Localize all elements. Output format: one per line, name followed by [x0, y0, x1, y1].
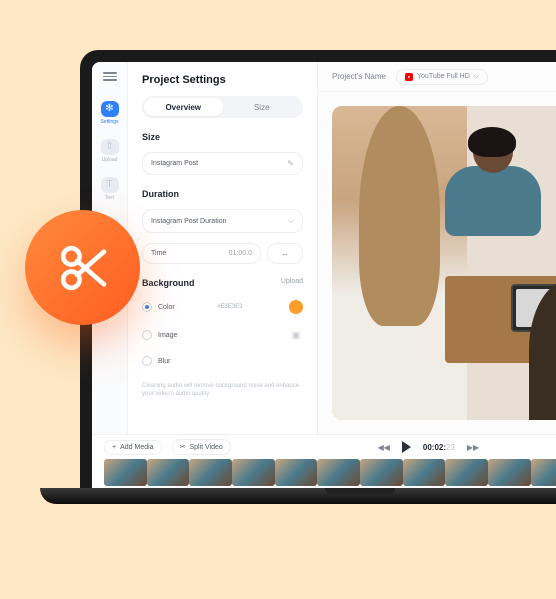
laptop-base [40, 488, 556, 504]
timeline-thumb[interactable] [104, 459, 147, 486]
play-button[interactable] [402, 441, 411, 453]
audio-hint: Cleaning audio will remove background no… [142, 382, 303, 399]
split-video-button[interactable]: ✂ Split Video [172, 439, 231, 455]
size-field[interactable]: Instagram Post ✎ [142, 152, 303, 175]
gear-icon: ✻ [101, 101, 119, 117]
bg-image-label: Image [158, 332, 177, 339]
text-icon: T [101, 177, 119, 193]
sidebar-label: Upload [102, 157, 118, 163]
radio-on-icon [142, 302, 152, 312]
resolution-label: YouTube Full HD [417, 73, 470, 80]
timeline-thumb[interactable] [360, 459, 403, 486]
laptop-frame: ✻ Settings ⇧ Upload T Text ◧ ♪ [80, 50, 556, 490]
background-upload-link[interactable]: Upload [281, 278, 303, 285]
time-value: 01:00.0 [229, 250, 252, 257]
scissors-icon: ✂ [180, 443, 186, 451]
upload-icon: ⇧ [101, 139, 119, 155]
timeline-thumb[interactable] [189, 459, 232, 486]
swap-button[interactable]: ↔ [267, 243, 303, 264]
duration-preset-field[interactable]: Instagram Post Duration ⌵ [142, 209, 303, 233]
timeline-thumb[interactable] [317, 459, 360, 486]
bg-blur-option[interactable]: Blur [142, 354, 303, 368]
project-name[interactable]: Project's Name [332, 72, 386, 81]
timeline-thumb[interactable] [445, 459, 488, 486]
time-label: Time [151, 250, 166, 257]
timeline-thumb[interactable] [275, 459, 318, 486]
video-canvas[interactable] [332, 106, 556, 420]
timeline-thumb[interactable] [531, 459, 556, 486]
main-area: Project's Name YouTube Full HD ⌵ ↶ [318, 62, 556, 434]
size-label: Size [142, 132, 303, 142]
app-screen: ✻ Settings ⇧ Upload T Text ◧ ♪ [92, 62, 556, 490]
radio-off-icon [142, 356, 152, 366]
panel-title: Project Settings [142, 74, 303, 86]
playback-time: 00:02:23 [423, 443, 455, 452]
timeline-thumb[interactable] [232, 459, 275, 486]
time-field[interactable]: Time 01:00.0 [142, 243, 261, 264]
color-swatch[interactable] [289, 300, 303, 314]
timeline-thumb[interactable] [488, 459, 531, 486]
resolution-chip[interactable]: YouTube Full HD ⌵ [396, 69, 488, 85]
timeline-track[interactable] [92, 459, 556, 490]
sidebar-item-upload[interactable]: ⇧ Upload [98, 139, 122, 163]
size-value: Instagram Post [151, 160, 198, 167]
background-label: Background [142, 278, 195, 288]
rewind-icon[interactable]: ◀◀ [378, 443, 390, 452]
plus-icon: + [112, 444, 116, 451]
sidebar-label: Text [105, 195, 114, 201]
duration-label: Duration [142, 189, 303, 199]
sidebar-item-text[interactable]: T Text [98, 177, 122, 201]
timeline-thumb[interactable] [147, 459, 190, 486]
add-media-label: Add Media [120, 444, 153, 451]
sidebar-item-settings[interactable]: ✻ Settings [98, 101, 122, 125]
timeline: + Add Media ✂ Split Video ◀◀ 00:02:23 ▶▶ [92, 434, 556, 490]
menu-icon[interactable] [103, 72, 117, 81]
settings-panel: Project Settings Overview Size Size Inst… [128, 62, 318, 434]
image-icon: ▣ [289, 328, 303, 342]
forward-icon[interactable]: ▶▶ [467, 443, 479, 452]
youtube-icon [405, 73, 413, 81]
radio-off-icon [142, 330, 152, 340]
tab-overview[interactable]: Overview [144, 98, 223, 116]
bg-color-label: Color [158, 304, 175, 311]
cut-badge [25, 210, 140, 325]
tab-size[interactable]: Size [223, 98, 302, 116]
bg-blur-label: Blur [158, 358, 170, 365]
timeline-thumb[interactable] [403, 459, 446, 486]
laptop-notch [325, 488, 395, 494]
split-video-label: Split Video [189, 444, 222, 451]
duration-preset-value: Instagram Post Duration [151, 218, 226, 225]
scissors-icon [55, 240, 111, 296]
panel-tabs: Overview Size [142, 96, 303, 118]
bg-color-option[interactable]: Color #E3E3E3 [142, 298, 303, 316]
add-media-button[interactable]: + Add Media [104, 440, 162, 455]
topbar: Project's Name YouTube Full HD ⌵ ↶ [318, 62, 556, 92]
edit-icon: ✎ [287, 159, 294, 168]
chevron-down-icon: ⌵ [474, 73, 479, 81]
chevron-down-icon: ⌵ [288, 216, 294, 226]
sidebar-label: Settings [100, 119, 118, 125]
bg-color-hex: #E3E3E3 [217, 304, 242, 310]
preview-area [318, 92, 556, 434]
bg-image-option[interactable]: Image ▣ [142, 326, 303, 344]
